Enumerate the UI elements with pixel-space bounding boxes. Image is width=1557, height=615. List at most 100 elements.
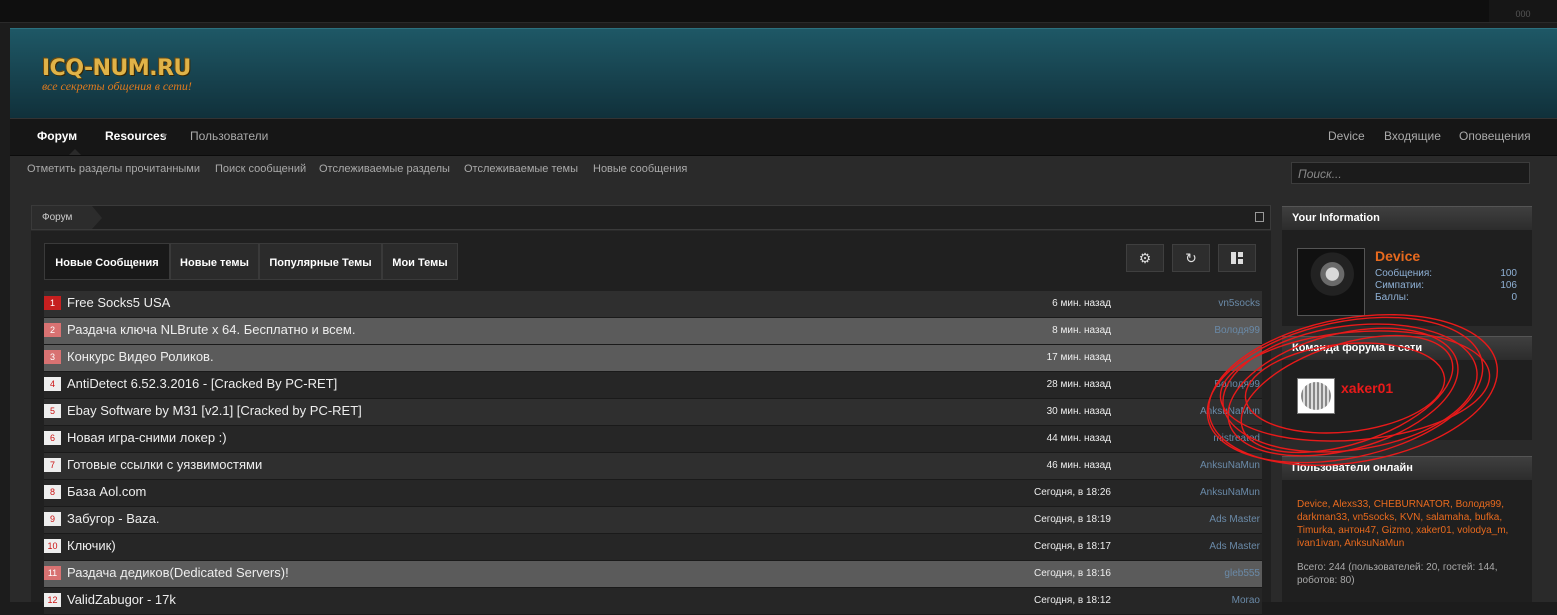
thread-row[interactable]: 2 Раздача ключа NLBrute x 64. Бесплатно … — [44, 318, 1262, 345]
tab-popular-threads[interactable]: Популярные Темы — [259, 243, 382, 280]
thread-user[interactable]: gleb555 — [1224, 568, 1260, 579]
subnav-watched-threads[interactable]: Отслеживаемые темы — [464, 163, 578, 175]
rss-icon[interactable] — [1255, 212, 1264, 222]
stat-value[interactable]: 0 — [1511, 292, 1517, 303]
breadcrumb: Форум — [31, 205, 1271, 230]
thread-row[interactable]: 10 Ключик) Сегодня, в 18:17 Ads Master — [44, 534, 1262, 561]
thread-row[interactable]: 5 Ebay Software by M31 [v2.1] [Cracked b… — [44, 399, 1262, 426]
thread-row[interactable]: 6 Новая игра-сними локер :) 44 мин. наза… — [44, 426, 1262, 453]
thread-time: Сегодня, в 18:16 — [1034, 568, 1111, 579]
thread-title[interactable]: Раздача ключа NLBrute x 64. Бесплатно и … — [67, 322, 355, 337]
thread-rank: 12 — [44, 593, 61, 607]
thread-row[interactable]: 4 AntiDetect 6.52.3.2016 - [Cracked By P… — [44, 372, 1262, 399]
thread-rank: 7 — [44, 458, 61, 472]
thread-row[interactable]: 3 Конкурс Видео Роликов. 17 мин. назад — [44, 345, 1262, 372]
logo-tagline: все секреты общения в сети! — [42, 79, 192, 93]
thread-title[interactable]: Ebay Software by M31 [v2.1] [Cracked by … — [67, 403, 362, 418]
thread-time: Сегодня, в 18:17 — [1034, 541, 1111, 552]
thread-rank: 3 — [44, 350, 61, 364]
thread-title[interactable]: Ключик) — [67, 538, 116, 553]
subnav-search-posts[interactable]: Поиск сообщений — [215, 163, 306, 175]
thread-row[interactable]: 11 Раздача дедиков(Dedicated Servers)! С… — [44, 561, 1262, 588]
thread-user[interactable]: Володя99 — [1214, 325, 1260, 336]
stat-label: Сообщения: — [1375, 268, 1433, 279]
thread-rank: 11 — [44, 566, 61, 580]
gear-icon[interactable]: ⚙ — [1126, 244, 1164, 272]
tab-my-threads[interactable]: Мои Темы — [382, 243, 458, 280]
thread-title[interactable]: ValidZabugor - 17k — [67, 592, 176, 607]
subnav-mark-read[interactable]: Отметить разделы прочитанными — [27, 163, 200, 175]
layout-icon[interactable] — [1218, 244, 1256, 272]
stat-value[interactable]: 106 — [1500, 280, 1517, 291]
subnav-new-posts[interactable]: Новые сообщения — [593, 163, 687, 175]
topbar-corner: 000 — [1489, 0, 1557, 22]
thread-time: 44 мин. назад — [1046, 433, 1111, 444]
stat-label: Баллы: — [1375, 292, 1409, 303]
thread-user[interactable]: Ads Master — [1209, 514, 1260, 525]
thread-user[interactable]: Володя99 — [1214, 379, 1260, 390]
thread-user[interactable]: mistreated — [1213, 433, 1260, 444]
thread-time: Сегодня, в 18:26 — [1034, 487, 1111, 498]
thread-time: Сегодня, в 18:12 — [1034, 595, 1111, 606]
subnav-watched-forums[interactable]: Отслеживаемые разделы — [319, 163, 450, 175]
staff-online-heading: Команда форума в сети — [1282, 336, 1532, 360]
thread-title[interactable]: Готовые ссылки с уязвимостями — [67, 457, 262, 472]
stat-value[interactable]: 100 — [1500, 268, 1517, 279]
main-nav: Форум Resources ▾ Пользователи Device Вх… — [10, 118, 1557, 156]
thread-rank: 2 — [44, 323, 61, 337]
thread-time: 46 мин. назад — [1046, 460, 1111, 471]
thread-row[interactable]: 8 База Aol.com Сегодня, в 18:26 AnksuNaM… — [44, 480, 1262, 507]
site-logo[interactable]: ICQ-NUM.RU все секреты общения в сети! — [42, 57, 192, 94]
thread-time: 8 мин. назад — [1052, 325, 1111, 336]
thread-row[interactable]: 1 Free Socks5 USA 6 мин. назад vn5socks — [44, 291, 1262, 318]
site-header — [10, 28, 1557, 119]
nav-account[interactable]: Device — [1328, 119, 1365, 155]
thread-user[interactable]: AnksuNaMun — [1200, 406, 1260, 417]
thread-rank: 9 — [44, 512, 61, 526]
tab-new-threads[interactable]: Новые темы — [170, 243, 259, 280]
thread-title[interactable]: AntiDetect 6.52.3.2016 - [Cracked By PC-… — [67, 376, 337, 391]
search-input[interactable]: Поиск... — [1291, 162, 1530, 184]
thread-user[interactable]: Morao — [1232, 595, 1260, 606]
your-username[interactable]: Device — [1375, 248, 1420, 264]
thread-user[interactable]: Ads Master — [1209, 541, 1260, 552]
stat-likes: Симпатии: 106 — [1375, 280, 1517, 291]
browser-topbar: 000 — [0, 0, 1557, 23]
avatar[interactable] — [1297, 248, 1365, 316]
thread-time: Сегодня, в 18:19 — [1034, 514, 1111, 525]
nav-resources-dropdown-icon[interactable]: ▾ — [162, 119, 167, 155]
thread-rank: 5 — [44, 404, 61, 418]
thread-user[interactable]: vn5socks — [1218, 298, 1260, 309]
thread-time: 17 мин. назад — [1046, 352, 1111, 363]
thread-rank: 8 — [44, 485, 61, 499]
globe-avatar-icon — [1301, 382, 1331, 410]
thread-title[interactable]: Забугор - Baza. — [67, 511, 159, 526]
thread-rank: 6 — [44, 431, 61, 445]
stat-points: Баллы: 0 — [1375, 292, 1517, 303]
thread-title[interactable]: Free Socks5 USA — [67, 295, 170, 310]
thread-rank: 10 — [44, 539, 61, 553]
breadcrumb-forum[interactable]: Форум — [32, 206, 102, 229]
online-users-list[interactable]: Device, Alexs33, CHEBURNATOR, Володя99, … — [1297, 498, 1522, 550]
nav-inbox[interactable]: Входящие — [1384, 119, 1441, 155]
thread-title[interactable]: База Aol.com — [67, 484, 146, 499]
thread-row[interactable]: 7 Готовые ссылки с уязвимостями 46 мин. … — [44, 453, 1262, 480]
your-information-heading: Your Information — [1282, 206, 1532, 230]
thread-time: 30 мин. назад — [1046, 406, 1111, 417]
nav-alerts[interactable]: Оповещения — [1459, 119, 1531, 155]
thread-row[interactable]: 9 Забугор - Baza. Сегодня, в 18:19 Ads M… — [44, 507, 1262, 534]
logo-title: ICQ-NUM.RU — [42, 56, 191, 81]
staff-avatar[interactable] — [1297, 378, 1335, 414]
refresh-icon[interactable]: ↻ — [1172, 244, 1210, 272]
nav-resources[interactable]: Resources — [105, 119, 166, 155]
tab-new-posts[interactable]: Новые Сообщения — [44, 243, 170, 280]
thread-title[interactable]: Раздача дедиков(Dedicated Servers)! — [67, 565, 289, 580]
staff-member-name[interactable]: xaker01 — [1341, 380, 1393, 396]
thread-title[interactable]: Конкурс Видео Роликов. — [67, 349, 214, 364]
thread-time: 28 мин. назад — [1046, 379, 1111, 390]
thread-rank: 4 — [44, 377, 61, 391]
nav-users[interactable]: Пользователи — [190, 119, 268, 155]
thread-user[interactable]: AnksuNaMun — [1200, 487, 1260, 498]
thread-user[interactable]: AnksuNaMun — [1200, 460, 1260, 471]
thread-title[interactable]: Новая игра-сними локер :) — [67, 430, 227, 445]
